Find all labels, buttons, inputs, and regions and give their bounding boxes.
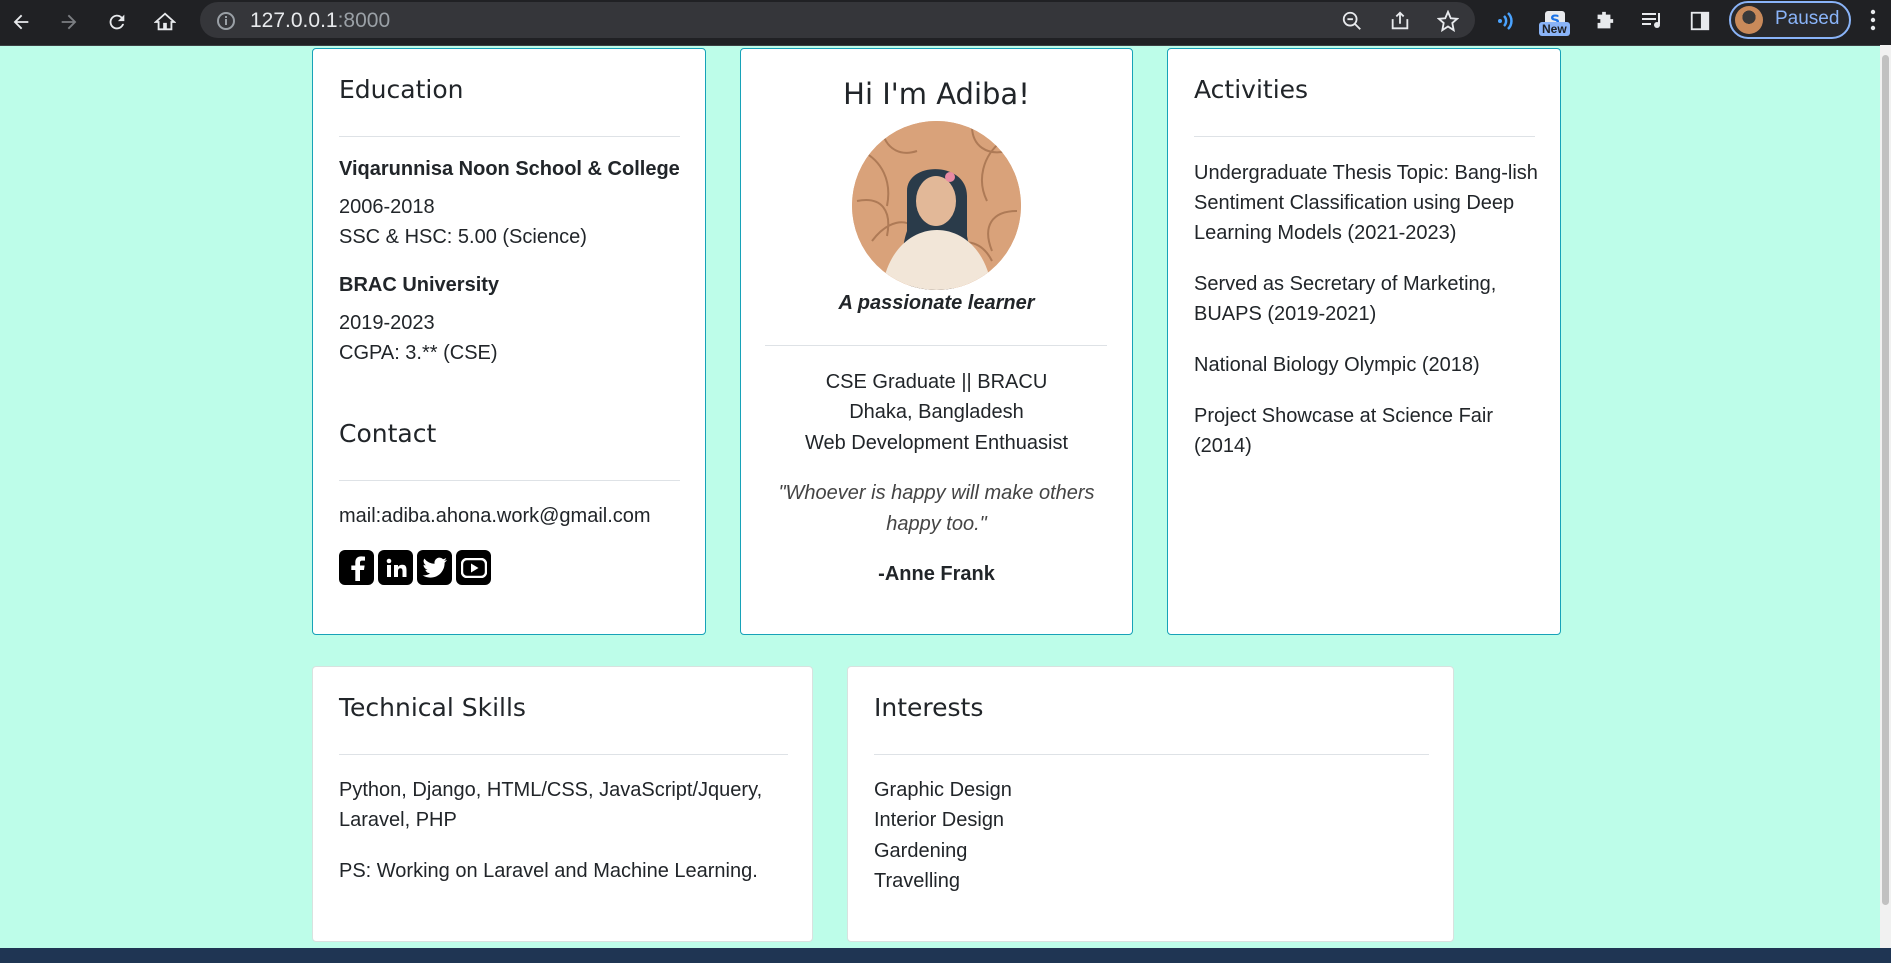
contact-email[interactable]: mail:adiba.ahona.work@gmail.com	[339, 501, 651, 531]
menu-kebab-icon[interactable]	[1870, 8, 1876, 37]
university-years: 2019-2023	[339, 312, 435, 334]
back-icon[interactable]	[4, 5, 38, 39]
divider	[339, 480, 680, 481]
profile-greeting: Hi I'm Adiba!	[843, 77, 1030, 111]
media-queue-icon[interactable]	[1637, 6, 1667, 36]
activity-marketing-line: Served as Secretary of Marketing,	[1194, 273, 1497, 295]
twitter-icon[interactable]	[417, 550, 452, 585]
bookmark-star-icon[interactable]	[1433, 6, 1463, 36]
interests-card: Interests Graphic Design Interior Design…	[847, 666, 1454, 942]
skills-line: Laravel, PHP	[339, 809, 457, 831]
quote-author: -Anne Frank	[878, 563, 995, 585]
site-info-icon[interactable]	[216, 11, 236, 36]
divider	[765, 345, 1107, 346]
activity-thesis-line: Learning Models (2021-2023)	[1194, 222, 1457, 244]
divider	[1194, 136, 1535, 137]
skills-note: PS: Working on Laravel and Machine Learn…	[339, 860, 758, 882]
divider	[874, 754, 1429, 755]
profile-photo	[852, 121, 1021, 290]
interest-item: Travelling	[874, 870, 960, 892]
activities-heading: Activities	[1194, 75, 1309, 104]
new-badge: New	[1539, 22, 1570, 36]
extensions-puzzle-icon[interactable]	[1589, 6, 1619, 36]
quote-line: happy too."	[886, 513, 987, 535]
skills-line: Python, Django, HTML/CSS, JavaScript/Jqu…	[339, 779, 763, 801]
university-result: CGPA: 3.** (CSE)	[339, 342, 498, 364]
skills-heading: Technical Skills	[339, 693, 526, 722]
read-aloud-icon[interactable]	[1492, 6, 1522, 36]
school-name: Viqarunnisa Noon School & College	[339, 158, 680, 180]
education-heading: Education	[339, 75, 464, 104]
divider	[339, 754, 788, 755]
url-port: :8000	[337, 9, 391, 32]
url-text[interactable]: 127.0.0.1:8000	[250, 9, 390, 33]
quote-line: "Whoever is happy will make others	[778, 482, 1095, 504]
interests-heading: Interests	[874, 693, 984, 722]
activity-thesis-line: Sentiment Classification using Deep	[1194, 192, 1515, 214]
facebook-icon[interactable]	[339, 550, 374, 585]
os-taskbar	[0, 948, 1891, 963]
profile-line-degree: CSE Graduate || BRACU	[825, 371, 1048, 393]
home-icon[interactable]	[148, 5, 182, 39]
zoom-icon[interactable]	[1337, 6, 1367, 36]
profile-line-location: Dhaka, Bangladesh	[849, 401, 1024, 423]
school-years: 2006-2018	[339, 196, 435, 218]
address-bar[interactable]: 127.0.0.1:8000	[200, 2, 1475, 38]
contact-heading: Contact	[339, 419, 437, 448]
avatar	[1735, 6, 1763, 34]
youtube-icon[interactable]	[456, 550, 491, 585]
profile-tagline: A passionate learner	[838, 292, 1035, 314]
reload-icon[interactable]	[100, 5, 134, 39]
activities-card: Activities Undergraduate Thesis Topic: B…	[1167, 48, 1561, 635]
profile-status: Paused	[1775, 8, 1840, 29]
linkedin-icon[interactable]	[378, 550, 413, 585]
interest-item: Gardening	[874, 840, 968, 862]
forward-icon[interactable]	[52, 5, 86, 39]
activity-science-fair-line: (2014)	[1194, 435, 1252, 457]
url-host: 127.0.0.1	[250, 9, 338, 32]
profile-line-interest: Web Development Enthuasist	[804, 432, 1069, 454]
interest-item: Interior Design	[874, 809, 1005, 831]
university-name: BRAC University	[339, 274, 500, 296]
scrollbar-thumb[interactable]	[1882, 55, 1889, 905]
share-icon[interactable]	[1385, 6, 1415, 36]
activity-marketing-line: BUAPS (2019-2021)	[1194, 303, 1377, 325]
divider	[339, 136, 680, 137]
profile-button[interactable]: Paused	[1729, 1, 1851, 39]
activity-thesis-line: Undergraduate Thesis Topic: Bang-lish	[1194, 162, 1538, 184]
activity-olympiad: National Biology Olympic (2018)	[1194, 354, 1480, 376]
interest-item: Graphic Design	[874, 779, 1012, 801]
activity-science-fair-line: Project Showcase at Science Fair	[1194, 405, 1494, 427]
education-contact-card: Education Viqarunnisa Noon School & Coll…	[312, 48, 706, 635]
school-result: SSC & HSC: 5.00 (Science)	[339, 226, 587, 248]
side-panel-icon[interactable]	[1685, 6, 1715, 36]
browser-toolbar: 127.0.0.1:8000 S New Paused	[0, 0, 1891, 46]
skills-card: Technical Skills Python, Django, HTML/CS…	[312, 666, 813, 942]
